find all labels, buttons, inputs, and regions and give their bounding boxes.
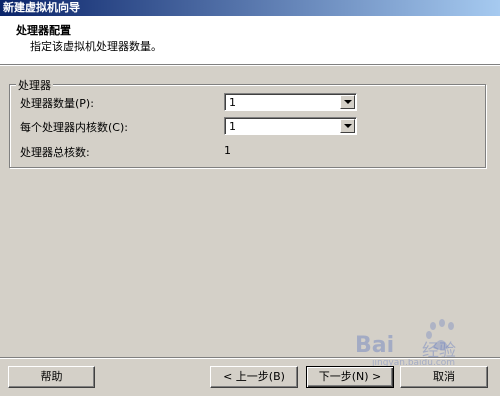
total-cores-label: 处理器总核数: (20, 146, 90, 159)
total-cores-value: 1 (224, 144, 231, 157)
processor-count-select[interactable]: 1 (224, 93, 357, 111)
page-title: 处理器配置 (16, 24, 71, 37)
window-title: 新建虚拟机向导 (3, 1, 80, 14)
cores-per-processor-dropdown-button[interactable] (340, 119, 355, 133)
wizard-header: 处理器配置 指定该虚拟机处理器数量。 (0, 16, 500, 65)
header-divider (0, 65, 500, 66)
processor-count-value: 1 (229, 96, 236, 109)
back-button[interactable]: < 上一步(B) (210, 366, 298, 388)
processor-count-dropdown-button[interactable] (340, 95, 355, 109)
processor-count-label: 处理器数量(P): (20, 97, 94, 110)
cores-per-processor-select[interactable]: 1 (224, 117, 357, 135)
processor-group-label: 处理器 (16, 77, 53, 93)
next-button[interactable]: 下一步(N) > (306, 366, 394, 388)
cores-per-processor-value: 1 (229, 120, 236, 133)
footer-divider (0, 357, 500, 358)
help-button[interactable]: 帮助 (8, 366, 95, 388)
chevron-down-icon (344, 100, 352, 104)
window-titlebar: 新建虚拟机向导 (0, 0, 500, 16)
cancel-button[interactable]: 取消 (400, 366, 488, 388)
cores-per-processor-label: 每个处理器内核数(C): (20, 121, 128, 134)
page-description: 指定该虚拟机处理器数量。 (30, 40, 162, 53)
watermark-brand: Bai (355, 333, 395, 358)
chevron-down-icon (344, 124, 352, 128)
